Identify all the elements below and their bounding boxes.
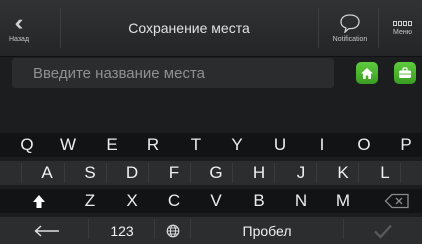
speech-bubble-icon xyxy=(340,14,360,33)
home-icon xyxy=(361,67,373,79)
header-divider xyxy=(378,8,379,48)
key-divider xyxy=(154,219,155,239)
done-key[interactable] xyxy=(344,217,422,244)
double-chevron-left-icon: ‹‹ xyxy=(14,10,23,35)
keyboard-row-1: Q W E R T Y U I O P xyxy=(0,133,422,157)
key-divider xyxy=(106,163,107,183)
key-u[interactable]: U xyxy=(267,133,293,157)
key-i[interactable]: I xyxy=(309,133,335,157)
numbers-key[interactable]: 123 xyxy=(102,217,142,244)
key-t[interactable]: T xyxy=(183,133,209,157)
key-j[interactable]: J xyxy=(288,161,314,185)
key-n[interactable]: N xyxy=(288,189,314,213)
place-name-input[interactable] xyxy=(31,63,334,83)
hide-keyboard-key[interactable] xyxy=(22,217,72,244)
key-a[interactable]: A xyxy=(34,161,60,185)
keyboard-row-3: Z X C V B N M xyxy=(0,189,422,213)
key-d[interactable]: D xyxy=(119,161,145,185)
language-key[interactable] xyxy=(157,217,189,244)
back-button[interactable]: ‹‹ Назад xyxy=(0,0,38,56)
page-title: Сохранение места xyxy=(128,20,250,36)
back-label: Назад xyxy=(8,36,30,43)
key-divider xyxy=(316,163,317,183)
key-divider xyxy=(400,163,401,183)
notification-label: Notification xyxy=(332,36,368,43)
keyboard-row-2: A S D F G H J K L xyxy=(0,161,422,185)
key-c[interactable]: C xyxy=(161,189,187,213)
space-key[interactable]: Пробел xyxy=(192,217,342,244)
globe-icon xyxy=(166,224,180,237)
arrow-left-icon xyxy=(34,224,59,237)
keyboard-row-4: 123 Пробел xyxy=(0,217,422,244)
key-m[interactable]: M xyxy=(330,189,356,213)
menu-icon xyxy=(393,20,412,26)
key-divider xyxy=(190,219,191,239)
header-bar: ‹‹ Назад Сохранение места Notification М… xyxy=(0,0,422,57)
briefcase-icon xyxy=(399,67,411,78)
key-divider xyxy=(21,163,22,183)
menu-button[interactable]: Меню xyxy=(383,0,422,56)
menu-label: Меню xyxy=(393,28,412,36)
key-divider xyxy=(232,163,233,183)
checkmark-icon xyxy=(374,224,392,239)
shift-arrow-icon xyxy=(33,194,45,208)
key-y[interactable]: Y xyxy=(224,133,250,157)
results-area xyxy=(0,92,422,135)
key-o[interactable]: O xyxy=(351,133,377,157)
key-x[interactable]: X xyxy=(119,189,145,213)
work-button[interactable] xyxy=(394,62,416,84)
key-divider xyxy=(64,163,65,183)
home-button[interactable] xyxy=(356,62,378,84)
key-divider xyxy=(358,163,359,183)
backspace-icon xyxy=(384,193,409,209)
key-s[interactable]: S xyxy=(77,161,103,185)
key-divider xyxy=(88,219,89,239)
key-l[interactable]: L xyxy=(372,161,398,185)
shift-key[interactable] xyxy=(24,189,54,213)
place-name-field[interactable] xyxy=(12,58,334,88)
key-e[interactable]: E xyxy=(99,133,125,157)
key-h[interactable]: H xyxy=(246,161,272,185)
key-z[interactable]: Z xyxy=(77,189,103,213)
key-divider xyxy=(190,163,191,183)
key-v[interactable]: V xyxy=(203,189,229,213)
key-g[interactable]: G xyxy=(203,161,229,185)
header-divider xyxy=(318,8,319,48)
key-b[interactable]: B xyxy=(246,189,272,213)
key-k[interactable]: K xyxy=(330,161,356,185)
key-divider xyxy=(148,163,149,183)
key-w[interactable]: W xyxy=(55,133,81,157)
key-f[interactable]: F xyxy=(161,161,187,185)
backspace-key[interactable] xyxy=(379,189,415,213)
key-p[interactable]: P xyxy=(393,133,419,157)
key-r[interactable]: R xyxy=(140,133,166,157)
key-q[interactable]: Q xyxy=(14,133,40,157)
key-divider xyxy=(274,163,275,183)
notification-button[interactable]: Notification xyxy=(325,0,375,56)
